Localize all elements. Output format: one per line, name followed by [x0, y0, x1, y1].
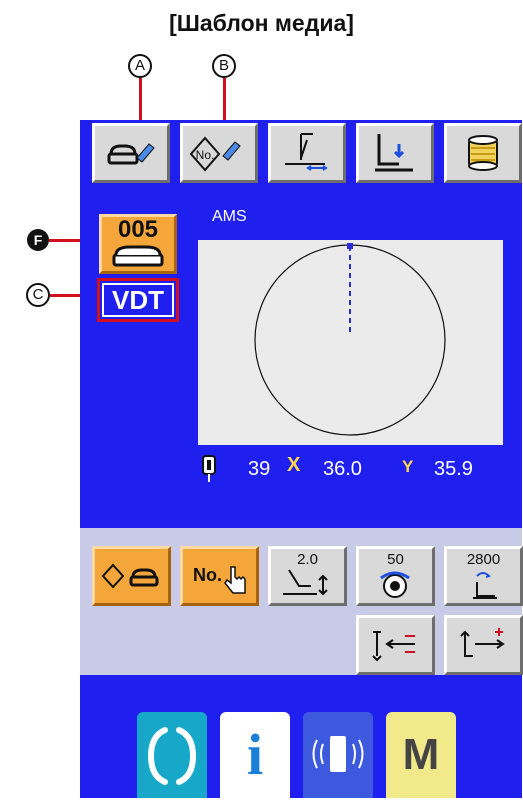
- info-button[interactable]: i: [220, 712, 290, 798]
- machine-model: AMS: [212, 208, 247, 225]
- callout-a-marker: A: [128, 54, 152, 78]
- callout-a-label: A: [134, 57, 145, 74]
- pattern-number-button[interactable]: 005: [99, 214, 177, 274]
- number-edit-label: No.: [196, 148, 215, 162]
- presser-foot-button[interactable]: [356, 123, 434, 183]
- info-label: i: [246, 722, 264, 787]
- max-speed-button[interactable]: 2800: [444, 546, 523, 606]
- step-back-icon: [372, 631, 415, 662]
- presser-foot-icon: [375, 134, 413, 172]
- media-edit-icon: [107, 143, 155, 165]
- callout-f-marker: F: [27, 229, 49, 251]
- bobbin-button[interactable]: [444, 123, 522, 183]
- step-forward-button[interactable]: [444, 615, 523, 675]
- callout-c-label: C: [32, 286, 44, 303]
- thread-tension-button[interactable]: [268, 123, 346, 183]
- media-shape-icon: [112, 245, 164, 267]
- callout-b-label: B: [218, 57, 229, 74]
- speed-icon: [380, 571, 410, 598]
- mode-label: M: [402, 730, 440, 779]
- pattern-number: 005: [117, 216, 159, 243]
- speed-value: 50: [387, 551, 404, 568]
- pattern-preview: [198, 240, 503, 445]
- ready-button[interactable]: [137, 712, 207, 798]
- stitch-length-icon: [283, 569, 328, 596]
- x-axis-icon: X: [287, 454, 301, 476]
- step-forward-icon: [460, 628, 505, 657]
- media-select-button[interactable]: [92, 546, 171, 606]
- number-select-button[interactable]: No.: [180, 546, 259, 606]
- communication-icon: [312, 736, 364, 772]
- ready-icon: [147, 727, 197, 785]
- thread-tension-icon: [285, 133, 328, 171]
- hand-pointer-icon: [224, 566, 246, 594]
- number-edit-button[interactable]: No.: [180, 123, 258, 183]
- callout-c-marker: C: [26, 283, 50, 307]
- needle-icon: [200, 455, 218, 488]
- pattern-type: VDT: [102, 283, 174, 317]
- speed-button[interactable]: 50: [356, 546, 435, 606]
- max-speed-icon: [473, 572, 497, 599]
- media-select-icon: [101, 563, 159, 589]
- bobbin-icon: [468, 135, 498, 171]
- mode-button[interactable]: M: [386, 712, 456, 798]
- communication-button[interactable]: [303, 712, 373, 798]
- media-edit-button[interactable]: [92, 123, 170, 183]
- number-select-label: No.: [193, 565, 222, 585]
- y-value: 35.9: [434, 458, 473, 480]
- number-edit-icon: No.: [189, 136, 241, 172]
- stitch-count: 39: [248, 458, 271, 480]
- callout-b-marker: B: [212, 54, 236, 78]
- x-value: 36.0: [323, 458, 362, 480]
- callout-f-label: F: [33, 232, 43, 248]
- pattern-preview-drawing: [254, 243, 446, 436]
- stitch-length-value: 2.0: [297, 551, 318, 568]
- max-speed-value: 2800: [466, 551, 501, 568]
- step-back-button[interactable]: [356, 615, 435, 675]
- stitch-length-button[interactable]: 2.0: [268, 546, 347, 606]
- y-axis-icon: Y: [402, 457, 414, 476]
- page-title: [Шаблон медиа]: [169, 10, 354, 36]
